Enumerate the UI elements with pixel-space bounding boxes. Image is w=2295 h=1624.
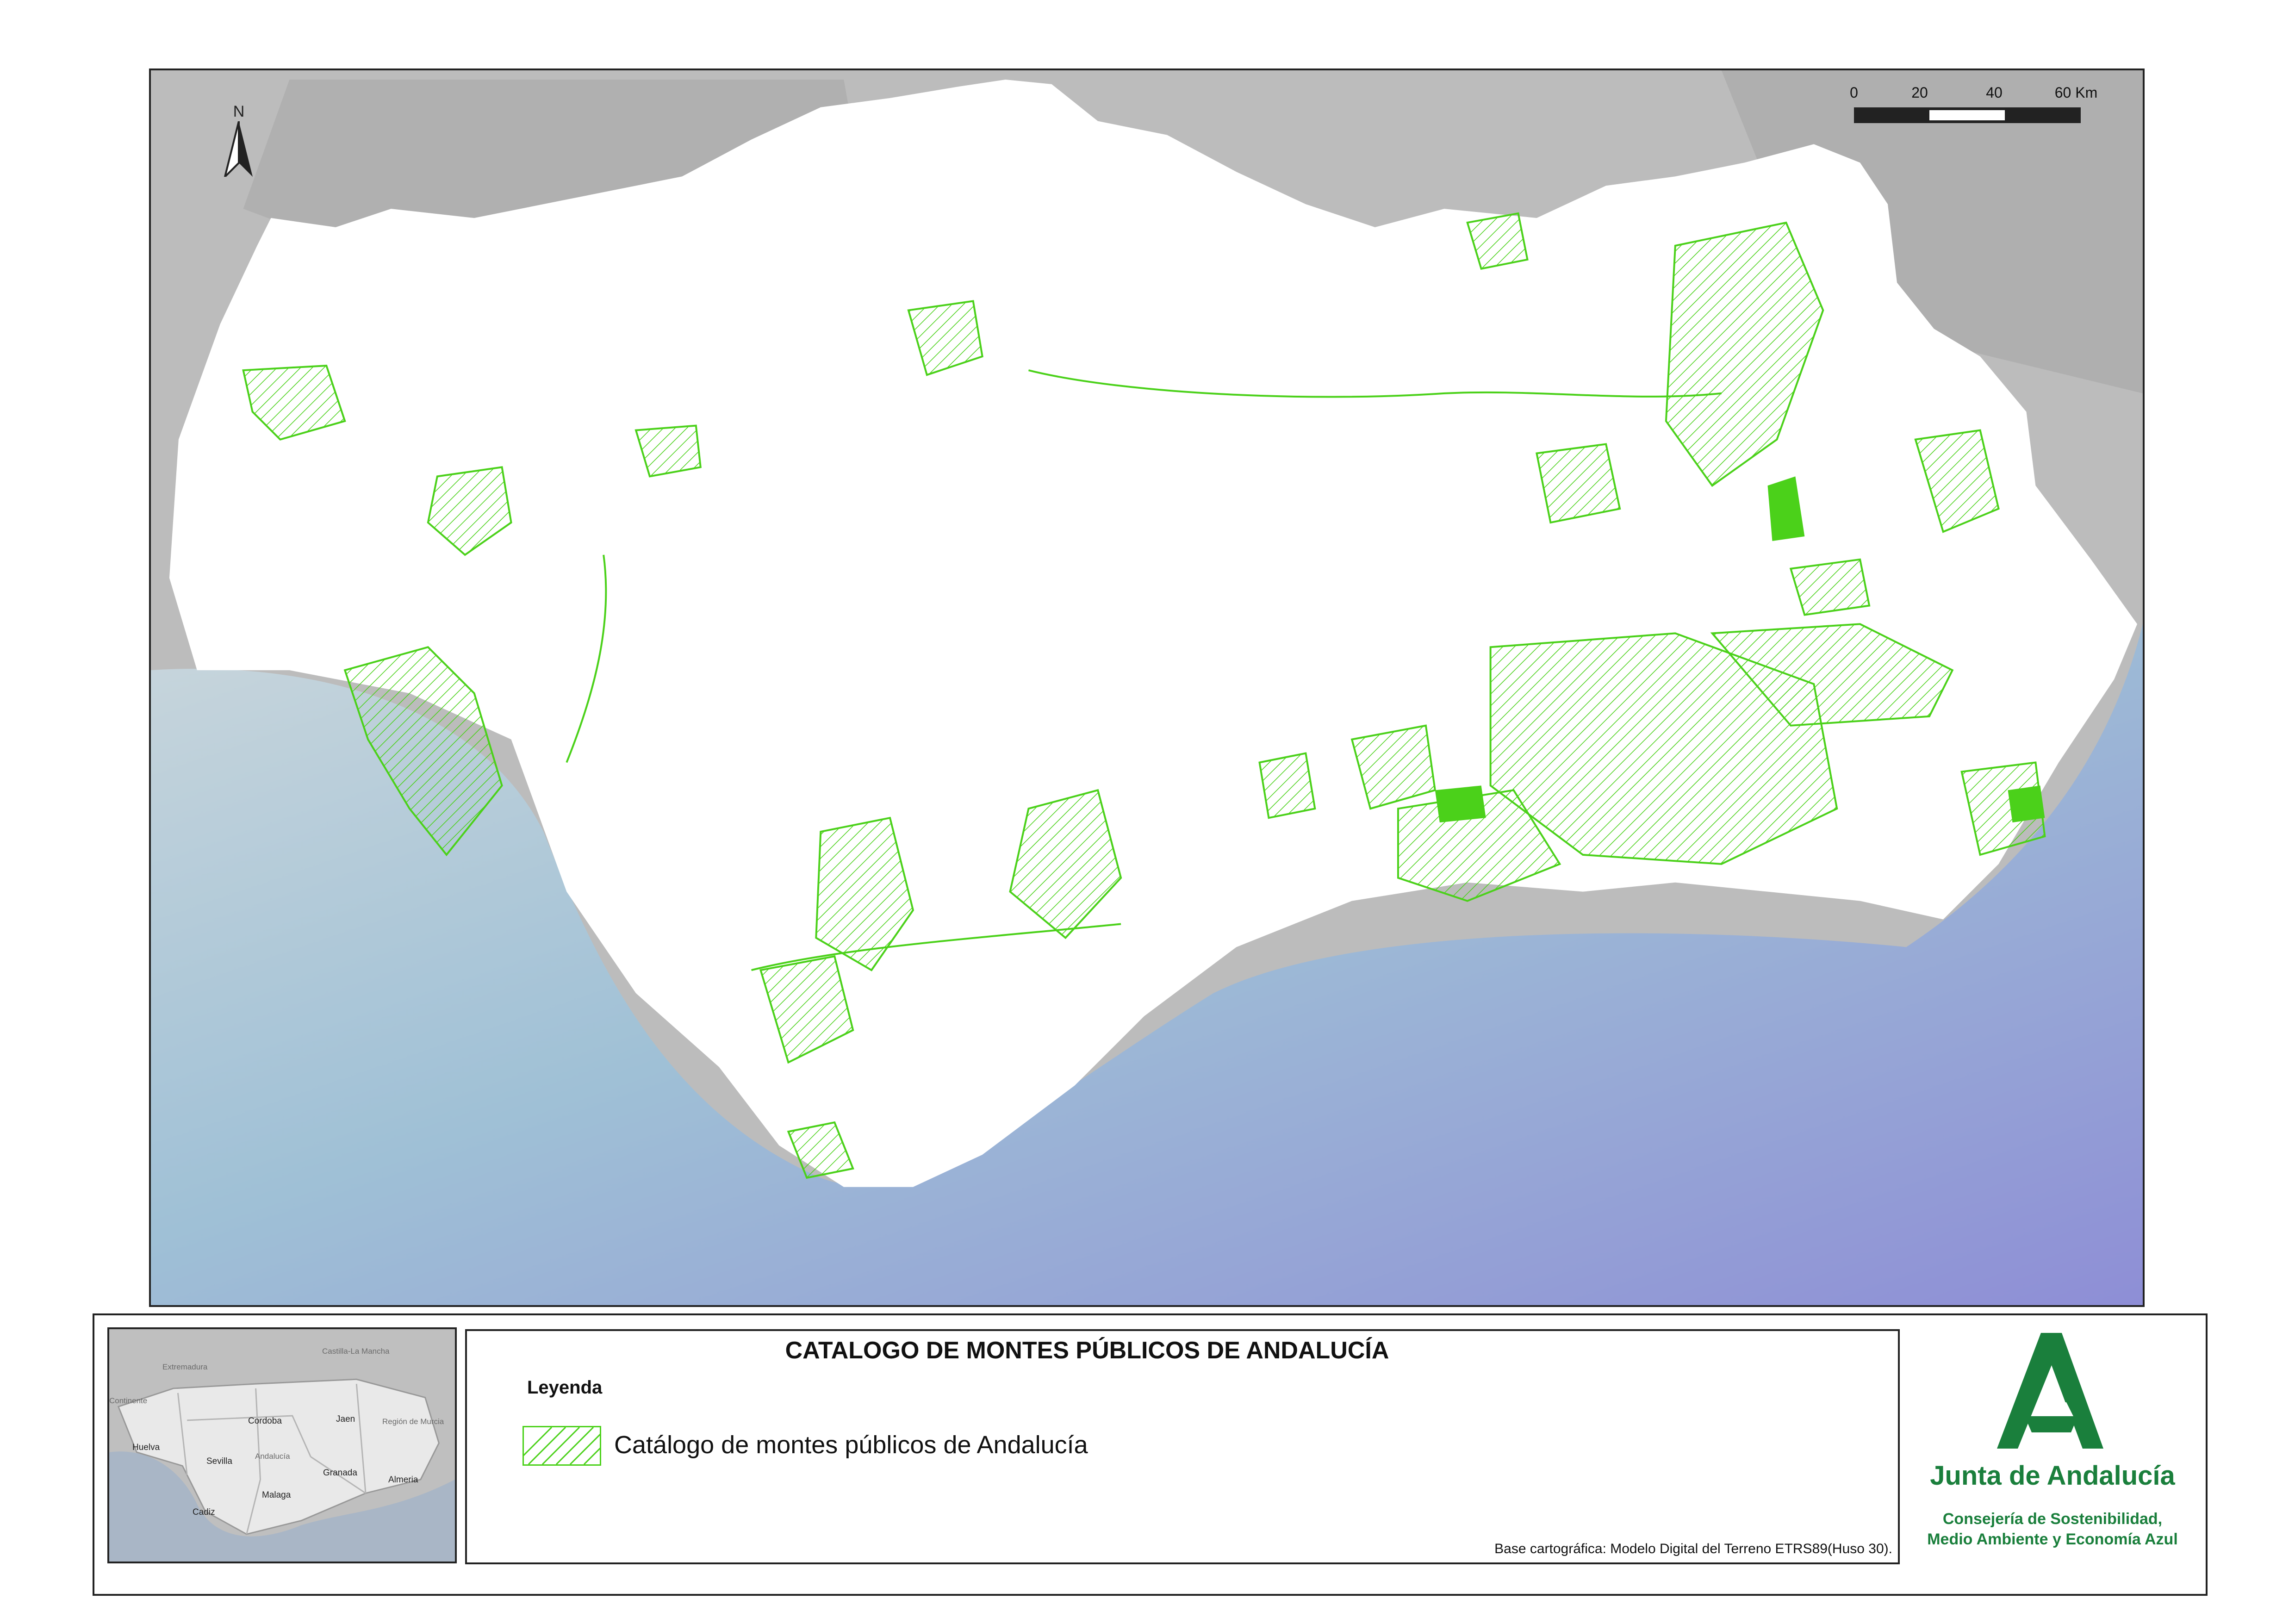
inset-label-granada: Granada [323,1468,357,1478]
forest-patch [1536,443,1621,524]
junta-a-icon [1997,1333,2103,1449]
inset-label-almeria: Almeria [388,1475,418,1485]
forest-patch [1258,752,1316,819]
inset-label-castilla: Castilla-La Mancha [322,1347,390,1356]
forest-patch-solid [1435,785,1486,823]
map-title: CATALOGO DE MONTES PÚBLICOS DE ANDALUCÍA [785,1337,1389,1364]
legend-box: CATALOGO DE MONTES PÚBLICOS DE ANDALUCÍA… [465,1329,1900,1564]
inset-label-cordoba: Cordoba [248,1416,282,1426]
north-arrow-icon [224,121,253,177]
inset-label-extremadura: Extremadura [162,1363,208,1371]
inset-label-sevilla: Sevilla [206,1456,232,1466]
north-arrow: N [220,103,257,177]
org-department: Consejería de Sostenibilidad, Medio Ambi… [1904,1509,2201,1549]
scale-bar: 0 20 40 60 Km [1845,84,2097,144]
scale-bar-graphic [1854,107,2081,123]
org-name: Junta de Andalucía [1930,1461,2175,1491]
inset-label-huelva: Huelva [132,1443,160,1452]
scale-tick-label: 60 Km [2054,84,2098,101]
inset-label-murcia: Región de Murcia [382,1417,444,1426]
inset-label-continente: Continente [109,1396,148,1405]
inset-map-canvas [109,1329,455,1562]
inset-label-cadiz: Cadiz [193,1507,215,1517]
north-label: N [233,103,245,120]
org-dept-line2: Medio Ambiente y Economía Azul [1927,1531,2178,1548]
inset-label-malaga: Malaga [262,1490,291,1500]
map-frame: N 0 20 40 60 Km [149,68,2145,1307]
legend-hatch-icon [524,1427,600,1464]
forest-patch-solid [2008,785,2045,823]
forest-patch [1789,558,1871,616]
org-dept-line1: Consejería de Sostenibilidad, [1942,1510,2163,1528]
inset-label-andalucia: Andalucía [255,1452,290,1461]
inset-label-jaen: Jaen [336,1414,355,1424]
map-canvas [151,70,2143,1305]
source-note: Base cartográfica: Modelo Digital del Te… [1494,1541,1892,1556]
inset-map: Extremadura Castilla-La Mancha Continent… [107,1327,457,1563]
scale-tick-label: 40 [1986,84,2003,101]
legend-swatch [522,1426,601,1466]
scale-tick-label: 0 [1850,84,1858,101]
legend-item-label: Catálogo de montes públicos de Andalucía [614,1431,1088,1459]
scale-tick-label: 20 [1911,84,1928,101]
junta-logo: Junta de Andalucía Consejería de Sosteni… [1904,1333,2201,1564]
legend-heading: Leyenda [527,1377,603,1398]
